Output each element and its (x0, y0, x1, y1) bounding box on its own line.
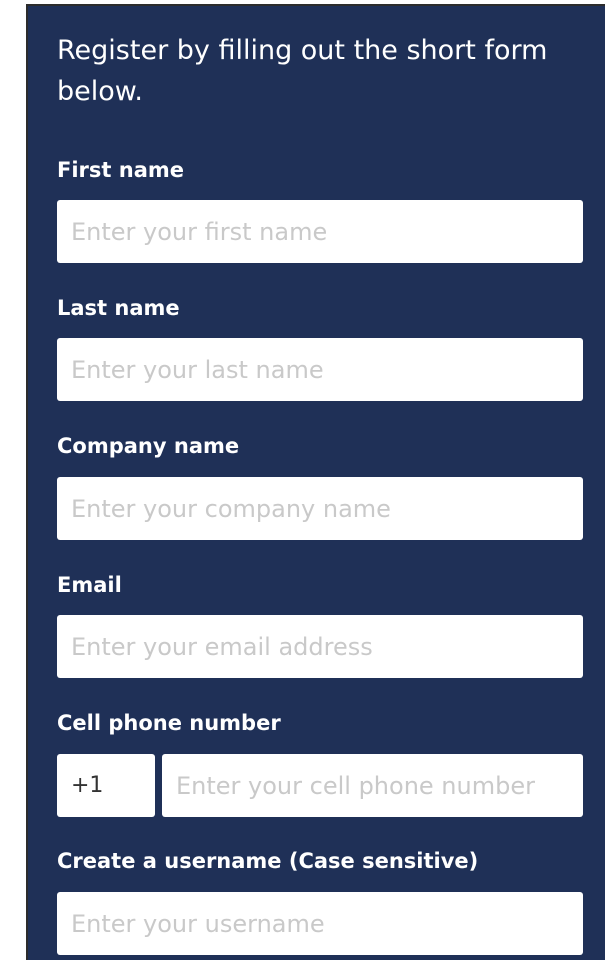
email-label: Email (57, 573, 122, 597)
first-name-label: First name (57, 158, 184, 182)
username-label: Create a username (Case sensitive) (57, 849, 479, 873)
username-input[interactable] (57, 892, 583, 955)
cell-phone-label: Cell phone number (57, 711, 281, 735)
page: Register by filling out the short form b… (0, 0, 605, 960)
last-name-label: Last name (57, 296, 180, 320)
email-input[interactable] (57, 615, 583, 678)
last-name-input[interactable] (57, 338, 583, 401)
company-name-label: Company name (57, 434, 240, 458)
registration-form: Register by filling out the short form b… (26, 4, 605, 960)
form-intro: Register by filling out the short form b… (57, 35, 548, 107)
first-name-input[interactable] (57, 200, 583, 263)
cell-phone-input[interactable] (162, 754, 583, 817)
company-name-input[interactable] (57, 477, 583, 540)
country-code-prefix[interactable]: +1 (57, 754, 155, 817)
